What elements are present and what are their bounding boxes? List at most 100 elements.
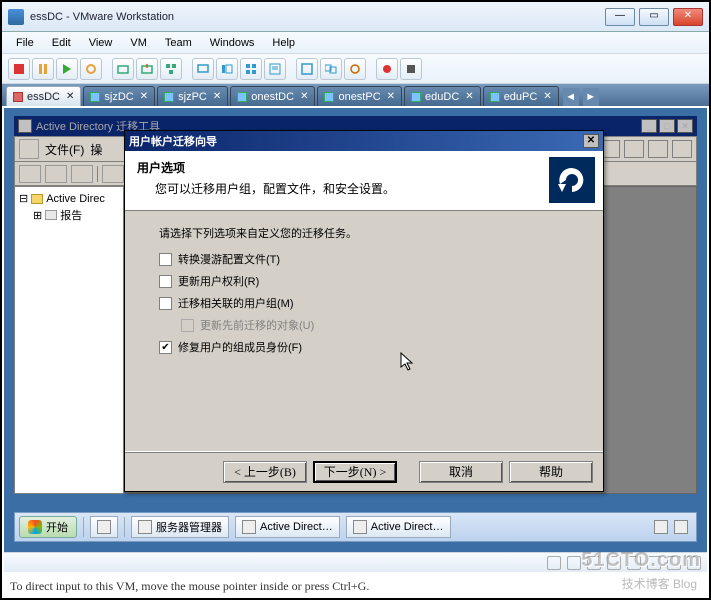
wizard-footer: < 上一步(B) 下一步(N) > 取消 帮助 [125,451,603,491]
task-server-manager[interactable]: 服务器管理器 [131,516,229,538]
tab-onestdc[interactable]: onestDC ✕ [230,86,315,106]
tray-icon-2[interactable] [674,520,688,534]
checkbox-groups[interactable] [159,297,172,310]
minimize-button[interactable]: — [605,8,635,26]
menu-team[interactable]: Team [157,35,200,51]
snapshot-button[interactable] [112,58,134,80]
ad-up-button[interactable] [71,165,93,183]
tree-report[interactable]: ⊞ 报告 [33,206,119,224]
tab-close-icon[interactable]: ✕ [300,91,308,102]
snapshot-revert-button[interactable] [136,58,158,80]
wizard-header: 用户选项 您可以迁移用户组，配置文件，和安全设置。 [125,151,603,211]
ad-help-button[interactable] [102,165,124,183]
pause-button[interactable] [32,58,54,80]
quick-switch-button[interactable] [320,58,342,80]
reset-button[interactable] [80,58,102,80]
ad-forward-button[interactable] [45,165,67,183]
system-tray [650,520,692,534]
tab-close-icon[interactable]: ✕ [387,91,395,102]
back-button[interactable]: < 上一步(B) [223,461,307,483]
summary-button[interactable] [264,58,286,80]
desktop-icon [97,520,111,534]
tab-close-icon[interactable]: ✕ [140,91,148,102]
option-fix-membership[interactable]: 修复用户的组成员身份(F) [159,339,569,355]
ad-maximize-button[interactable]: □ [659,119,675,133]
tab-close-icon[interactable]: ✕ [66,91,74,102]
tab-sjzpc[interactable]: sjzPC ✕ [157,86,228,106]
tab-label: onestDC [251,91,294,103]
unity-button[interactable] [344,58,366,80]
tab-scroll-right[interactable]: ► [583,88,599,106]
option-update-rights[interactable]: 更新用户权利(R) [159,273,569,289]
wizard-close-button[interactable]: ✕ [583,134,599,148]
quicklaunch-desktop[interactable] [90,516,118,538]
tabstrip: essDC✕ sjzDC✕ sjzPC ✕ onestDC ✕ onestPC ✕ e… [2,84,709,106]
sidebar-toggle-button[interactable] [216,58,238,80]
start-button[interactable]: 开始 [19,516,77,538]
tab-close-icon[interactable]: ✕ [465,91,473,102]
checkbox-membership[interactable] [159,341,172,354]
tab-close-icon[interactable]: ✕ [543,91,551,102]
option-label: 更新先前迁移的对象(U) [200,317,314,333]
ad-tool-icon[interactable] [19,139,39,159]
ad-menu-file[interactable]: 文件(F) [45,141,84,158]
close-button[interactable]: ✕ [673,8,703,26]
tab-edudc[interactable]: eduDC✕ [404,86,481,106]
ad-minimize-button[interactable]: _ [641,119,657,133]
ad-close-button[interactable]: ✕ [677,119,693,133]
cancel-button[interactable]: 取消 [419,461,503,483]
tab-scroll-left[interactable]: ◄ [563,88,579,106]
device-hdd-icon[interactable] [547,556,561,570]
ad-back-button[interactable] [19,165,41,183]
option-roaming-profile[interactable]: 转换漫游配置文件(T) [159,251,569,267]
ad-nav-buttons [600,140,692,158]
ad-nav-home[interactable] [672,140,692,158]
option-migrate-groups[interactable]: 迁移相关联的用户组(M) [159,295,569,311]
tab-sjzdc[interactable]: sjzDC✕ [83,86,155,106]
tab-label: onestPC [338,91,380,103]
guest-display[interactable]: Active Directory 迁移工具 _ □ ✕ 文件(F) 操 [4,108,707,552]
task-ad-2[interactable]: Active Direct… [346,516,451,538]
tab-label: eduPC [504,91,538,103]
tab-label: sjzPC [178,91,207,103]
tab-edupc[interactable]: eduPC ✕ [483,86,559,106]
task-label: 服务器管理器 [156,519,222,535]
ad-nav-fwd[interactable] [624,140,644,158]
menu-windows[interactable]: Windows [202,35,263,51]
task-label: Active Direct… [260,521,333,533]
fullscreen-button[interactable] [296,58,318,80]
device-cd-icon[interactable] [567,556,581,570]
tab-onestpc[interactable]: onestPC ✕ [317,86,402,106]
ad-tree[interactable]: ⊟ Active Direc ⊞ 报告 [14,186,124,494]
snapshot-manager-button[interactable] [160,58,182,80]
expand-icon[interactable]: ⊟ [19,192,28,205]
play-button[interactable] [56,58,78,80]
replay-record-button[interactable] [376,58,398,80]
menu-file[interactable]: File [8,35,42,51]
tab-essdc[interactable]: essDC✕ [6,86,81,106]
tab-icon [13,92,23,102]
tree-root[interactable]: ⊟ Active Direc [19,191,119,206]
ad-menu-action[interactable]: 操 [90,141,102,158]
task-ad-1[interactable]: Active Direct… [235,516,340,538]
expand-icon[interactable]: ⊞ [33,209,42,222]
wizard-head-subtitle: 您可以迁移用户组，配置文件，和安全设置。 [155,180,591,197]
thumbnail-button[interactable] [240,58,262,80]
tray-icon-1[interactable] [654,520,668,534]
checkbox-rights[interactable] [159,275,172,288]
maximize-button[interactable]: ▭ [639,8,669,26]
ad-nav-stop[interactable] [648,140,668,158]
wizard-title: 用户帐户迁移向导 [129,133,217,149]
show-console-button[interactable] [192,58,214,80]
checkbox-roaming[interactable] [159,253,172,266]
replay-stop-button[interactable] [400,58,422,80]
menu-edit[interactable]: Edit [44,35,79,51]
menu-vm[interactable]: VM [122,35,155,51]
stop-button[interactable] [8,58,30,80]
wizard-titlebar[interactable]: 用户帐户迁移向导 ✕ [125,131,603,151]
menu-help[interactable]: Help [264,35,303,51]
help-button[interactable]: 帮助 [509,461,593,483]
next-button[interactable]: 下一步(N) > [313,461,397,483]
menu-view[interactable]: View [81,35,121,51]
tab-close-icon[interactable]: ✕ [213,91,221,102]
